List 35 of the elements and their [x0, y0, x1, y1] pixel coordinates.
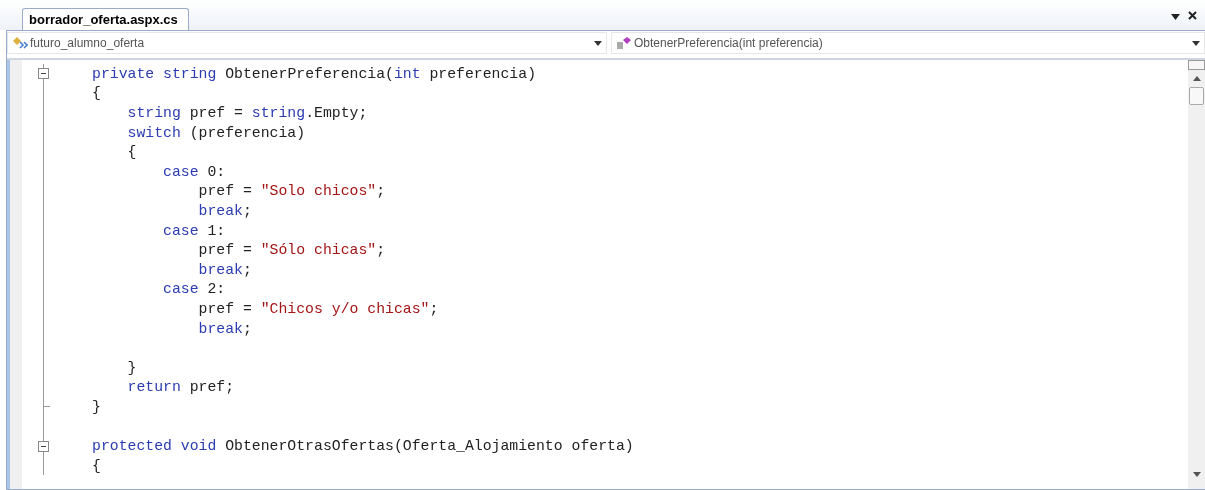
scroll-thumb[interactable]: [1189, 87, 1204, 105]
scroll-down-icon[interactable]: [1192, 472, 1201, 477]
document-tab[interactable]: borrador_oferta.aspx.cs: [22, 8, 189, 30]
code-line: pref = "Chicos y/o chicas";: [197, 300, 439, 317]
code-line: }: [126, 359, 137, 376]
code-line: string pref = string.Empty;: [126, 105, 368, 121]
code-line: pref = "Solo chicos";: [197, 183, 386, 200]
code-line: return pref;: [126, 379, 235, 396]
split-handle[interactable]: [1188, 60, 1205, 70]
type-dropdown[interactable]: futuro_alumno_oferta: [7, 32, 607, 54]
vertical-scrollbar[interactable]: [1188, 60, 1205, 489]
code-line: case 2:: [162, 281, 226, 298]
code-line: break;: [197, 261, 252, 278]
method-icon: [616, 36, 632, 50]
code-line: case 1:: [162, 222, 226, 239]
code-line: {: [92, 85, 101, 102]
code-line: pref = "Sólo chicas";: [197, 242, 386, 259]
code-line: private string ObtenerPreferencia(int preferencia): [92, 65, 536, 82]
code-line: protected void ObtenerOtrasOfertas(Oferta_Alojamiento oferta): [92, 438, 634, 455]
dropdown-arrow-icon[interactable]: [594, 40, 602, 46]
close-icon[interactable]: [1188, 11, 1197, 20]
dropdown-arrow-icon[interactable]: [1171, 14, 1180, 20]
class-icon: [12, 36, 28, 50]
collapse-icon[interactable]: [38, 440, 49, 452]
code-line: {: [126, 144, 137, 161]
code-line: }: [92, 398, 101, 415]
code-line: {: [92, 457, 101, 474]
member-dropdown[interactable]: ObtenerPreferencia(int preferencia): [611, 32, 1205, 54]
code-line: break;: [197, 202, 252, 219]
dropdown-arrow-icon[interactable]: [1192, 40, 1200, 46]
collapse-icon[interactable]: [38, 68, 49, 80]
scroll-up-icon[interactable]: [1192, 76, 1201, 81]
code-line: break;: [197, 320, 252, 337]
code-line: case 0:: [162, 163, 226, 180]
code-line: switch (preferencia): [126, 124, 306, 141]
